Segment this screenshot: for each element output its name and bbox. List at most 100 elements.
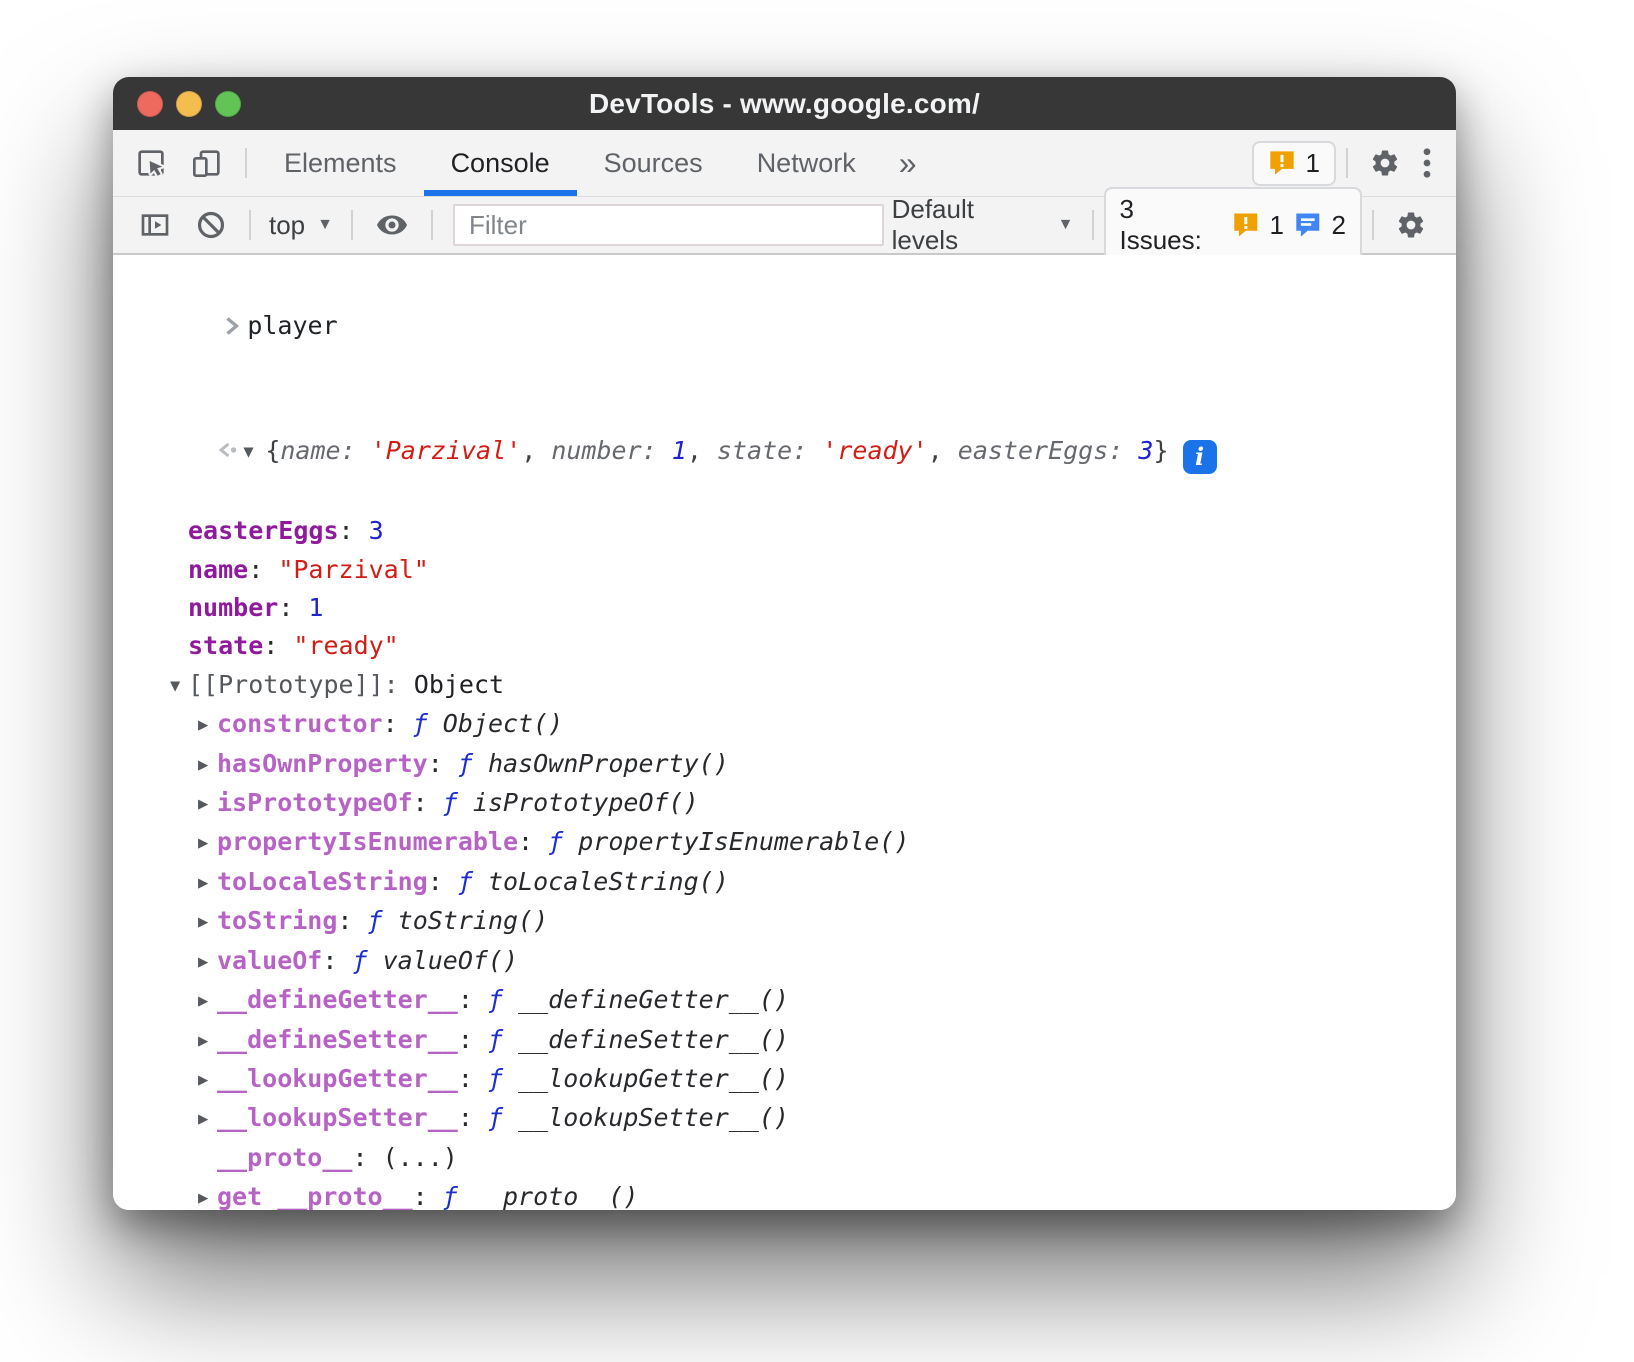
expand-triangle-icon[interactable]: ▶	[198, 943, 217, 981]
prototype-value: Object	[414, 670, 504, 699]
prototype-children: ▶constructor: ƒ Object()▶hasOwnProperty:…	[113, 705, 1456, 1210]
clear-console-button[interactable]	[183, 209, 239, 241]
function-signature: Object()	[428, 709, 563, 738]
prototype-colon: :	[384, 670, 414, 699]
expand-triangle-icon[interactable]: ▶	[198, 982, 217, 1020]
log-levels-dropdown[interactable]: Default levels ▼	[884, 194, 1082, 256]
accessor-ellipsis[interactable]: (...)	[383, 1143, 458, 1172]
function-symbol: ƒ	[458, 867, 473, 896]
console-settings-button[interactable]	[1384, 210, 1438, 240]
zoom-window-button[interactable]	[215, 91, 241, 117]
clear-console-icon	[195, 209, 227, 241]
prototype-member-row: ▶__defineSetter__: ƒ __defineSetter__()	[113, 1021, 1456, 1060]
expand-triangle-icon[interactable]: ▶	[198, 824, 217, 862]
expand-triangle-icon[interactable]: ▶	[198, 1022, 217, 1060]
preview-colon: :	[1108, 436, 1138, 465]
function-signature: valueOf()	[368, 946, 519, 975]
expand-triangle-icon[interactable]: ▶	[198, 1179, 217, 1210]
result-preview: {name: 'Parzival', number: 1, state: 're…	[265, 436, 1168, 465]
issues-counter-button[interactable]: 1	[1252, 141, 1336, 186]
issues-summary-button[interactable]: 3 Issues: 1 2	[1104, 187, 1363, 263]
more-tabs-icon[interactable]: »	[883, 130, 933, 196]
devtools-window: DevTools - www.google.com/ Elements Cons…	[113, 77, 1456, 1210]
context-selector-dropdown[interactable]: top ▼	[261, 210, 341, 241]
prototype-member-key: propertyIsEnumerable	[217, 827, 518, 856]
toggle-device-toolbar-button[interactable]	[179, 130, 235, 196]
expand-triangle-icon[interactable]: ▶	[198, 785, 217, 823]
function-signature: hasOwnProperty()	[473, 749, 729, 778]
preview-value: 3	[1138, 436, 1153, 465]
prototype-member-row: ▶hasOwnProperty: ƒ hasOwnProperty()	[113, 745, 1456, 784]
issues-message-count: 2	[1332, 210, 1346, 241]
function-symbol: ƒ	[352, 946, 367, 975]
more-menu-icon[interactable]	[1412, 146, 1442, 180]
function-signature: __proto__()	[458, 1182, 639, 1210]
preview-value: 1	[672, 436, 687, 465]
console-result-row: ▼{name: 'Parzival', number: 1, state: 'r…	[113, 393, 1456, 512]
prototype-member-row: ▶propertyIsEnumerable: ƒ propertyIsEnume…	[113, 823, 1456, 862]
tab-sources[interactable]: Sources	[577, 130, 730, 196]
preview-comma: ,	[928, 436, 958, 465]
device-toolbar-icon	[191, 147, 223, 179]
prototype-member-key: __proto__	[217, 1143, 352, 1172]
divider	[1372, 210, 1374, 240]
function-signature: isPrototypeOf()	[458, 788, 699, 817]
info-icon[interactable]: i	[1183, 440, 1217, 474]
prototype-member-colon: :	[518, 827, 548, 856]
close-window-button[interactable]	[137, 91, 163, 117]
prototype-member-colon: :	[413, 1182, 443, 1210]
message-badge-icon	[1294, 211, 1322, 239]
function-symbol: ƒ	[488, 1025, 503, 1054]
filter-input[interactable]	[453, 204, 884, 246]
inspect-element-button[interactable]	[123, 130, 179, 196]
warning-badge-icon	[1268, 149, 1296, 177]
collapse-triangle-icon[interactable]: ▼	[243, 433, 265, 471]
collapse-triangle-icon[interactable]: ▼	[170, 667, 188, 705]
expand-triangle-icon[interactable]: ▶	[198, 746, 217, 784]
prototype-member-colon: :	[458, 1064, 488, 1093]
property-value: "ready"	[293, 631, 398, 660]
prototype-member-colon: :	[458, 1025, 488, 1054]
preview-colon: :	[341, 436, 371, 465]
expand-triangle-icon[interactable]: ▶	[198, 864, 217, 902]
function-symbol: ƒ	[368, 906, 383, 935]
show-console-sidebar-button[interactable]	[127, 209, 183, 241]
chevron-down-icon: ▼	[1058, 216, 1074, 234]
prototype-member-colon: :	[428, 867, 458, 896]
warning-badge-icon	[1232, 211, 1260, 239]
minimize-window-button[interactable]	[176, 91, 202, 117]
prototype-member-row: __proto__: (...)	[113, 1139, 1456, 1178]
console-output: player ▼{name: 'Parzival', number: 1, st…	[113, 255, 1456, 1210]
property-colon: :	[339, 516, 369, 545]
preview-value: 'Parzival'	[371, 436, 522, 465]
expand-triangle-icon[interactable]: ▶	[198, 1061, 217, 1099]
console-input-echo: player	[113, 269, 1456, 384]
expand-triangle-icon[interactable]: ▶	[198, 706, 217, 744]
issues-label: 3 Issues:	[1120, 194, 1222, 256]
preview-open-brace: {	[265, 436, 280, 465]
function-signature: toLocaleString()	[473, 867, 729, 896]
context-selector-label: top	[269, 210, 305, 241]
prototype-member-key: isPrototypeOf	[217, 788, 413, 817]
preview-comma: ,	[521, 436, 551, 465]
prototype-member-row: ▶toString: ƒ toString()	[113, 902, 1456, 941]
tab-elements[interactable]: Elements	[257, 130, 424, 196]
prototype-member-colon: :	[352, 1143, 382, 1172]
settings-button[interactable]	[1358, 148, 1412, 178]
input-echo-icon	[223, 314, 241, 338]
prototype-member-colon: :	[322, 946, 352, 975]
function-signature: __lookupSetter__()	[503, 1103, 789, 1132]
divider	[1092, 210, 1094, 240]
expand-triangle-icon[interactable]: ▶	[198, 1100, 217, 1138]
chevron-down-icon: ▼	[317, 216, 333, 234]
expand-triangle-icon[interactable]: ▶	[198, 903, 217, 941]
prototype-key: [[Prototype]]	[188, 670, 384, 699]
create-live-expression-button[interactable]	[363, 208, 421, 242]
prototype-member-key: __defineGetter__	[217, 985, 458, 1014]
preview-key: name	[280, 436, 340, 465]
function-signature: propertyIsEnumerable()	[563, 827, 909, 856]
tab-network[interactable]: Network	[730, 130, 883, 196]
tab-console[interactable]: Console	[424, 130, 577, 196]
gear-icon	[1370, 148, 1400, 178]
prototype-member-row: ▶__defineGetter__: ƒ __defineGetter__()	[113, 981, 1456, 1020]
